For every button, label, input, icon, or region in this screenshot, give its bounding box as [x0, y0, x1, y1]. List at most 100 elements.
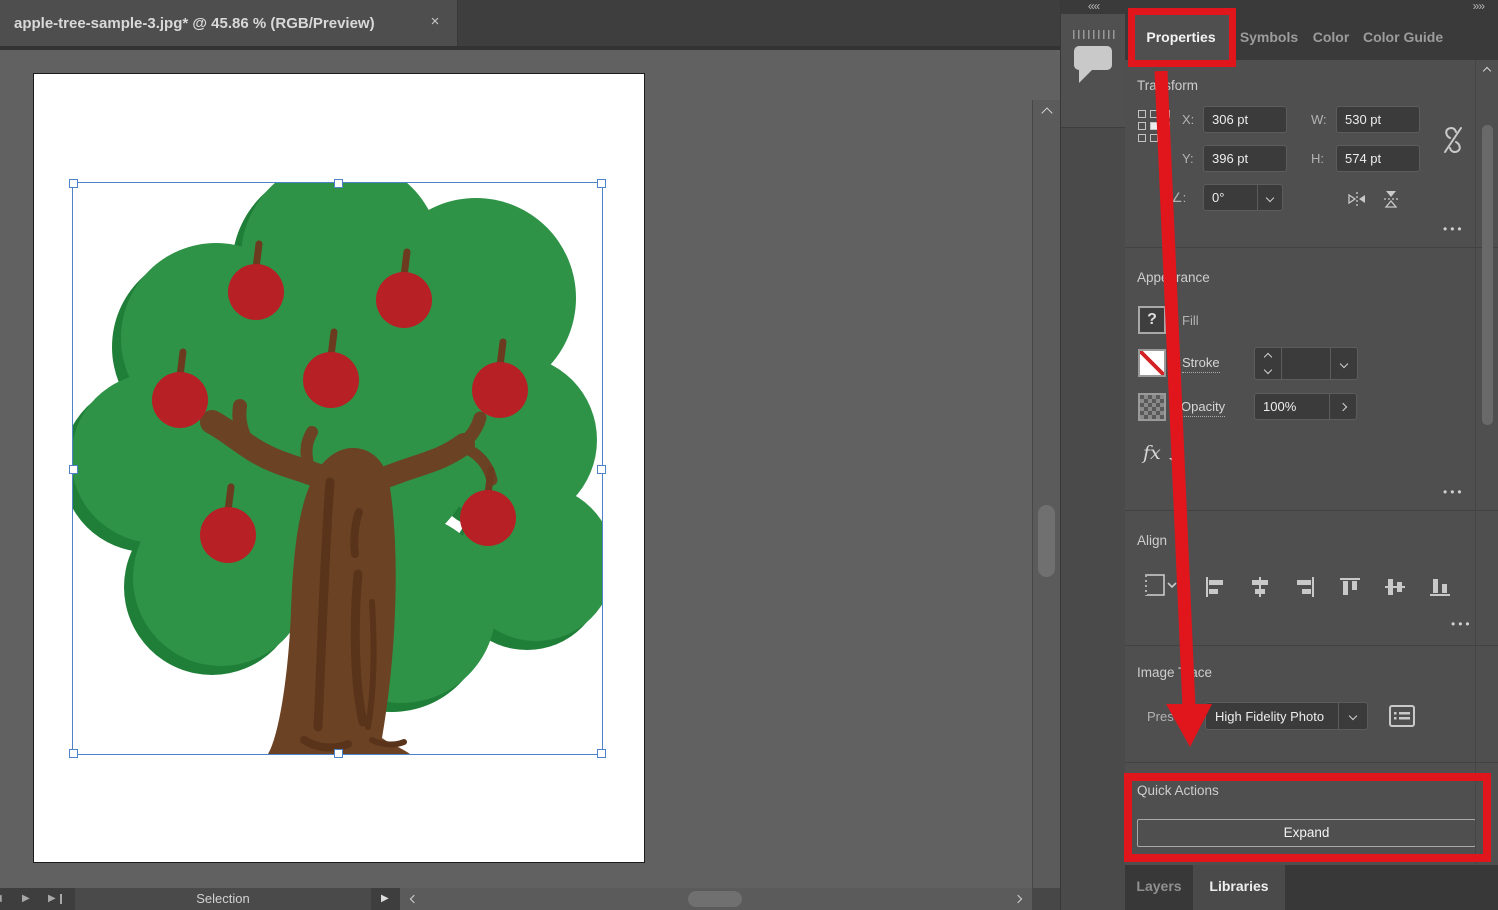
- panel-scroll-thumb[interactable]: [1482, 125, 1493, 425]
- canvas-pasteboard[interactable]: [0, 50, 1060, 888]
- tab-symbols[interactable]: Symbols: [1237, 14, 1301, 60]
- y-label: Y:: [1182, 151, 1194, 166]
- document-tab-title: apple-tree-sample-3.jpg* @ 45.86 % (RGB/…: [0, 15, 375, 32]
- align-right-button[interactable]: [1290, 572, 1320, 602]
- selection-handle[interactable]: [597, 465, 606, 474]
- collapsed-panel-dock: ««: [1060, 0, 1125, 910]
- vertical-scroll-thumb[interactable]: [1038, 505, 1055, 577]
- selection-handle[interactable]: [597, 749, 606, 758]
- dock-collapse-icon[interactable]: ««: [1061, 0, 1126, 14]
- last-artboard-bar: [60, 894, 62, 904]
- rotate-combo[interactable]: 0°: [1203, 184, 1283, 211]
- align-title: Align: [1137, 533, 1167, 548]
- stroke-swatch[interactable]: [1138, 349, 1166, 377]
- first-artboard-icon[interactable]: ◀: [0, 888, 2, 910]
- scroll-right-icon[interactable]: [1014, 895, 1022, 903]
- preset-label: Preset: [1147, 709, 1185, 724]
- appearance-title: Appearance: [1137, 270, 1210, 285]
- section-divider: [1125, 510, 1498, 511]
- tab-libraries[interactable]: Libraries: [1193, 865, 1285, 910]
- image-trace-title: Image Trace: [1137, 665, 1212, 680]
- selection-handle[interactable]: [334, 749, 343, 758]
- flip-vertical-icon[interactable]: [1383, 189, 1399, 209]
- expand-button[interactable]: Expand: [1137, 819, 1476, 847]
- w-label: W:: [1311, 112, 1327, 127]
- panel-header: »»: [1125, 0, 1498, 14]
- horizontal-scroll-thumb[interactable]: [688, 891, 742, 907]
- selection-handle[interactable]: [69, 179, 78, 188]
- comment-icon[interactable]: [1074, 46, 1112, 70]
- close-icon[interactable]: ×: [425, 12, 445, 32]
- fx-dropdown-icon: [1169, 458, 1175, 464]
- panel-grip[interactable]: [1073, 30, 1115, 39]
- section-divider: [1125, 762, 1498, 763]
- align-more-button[interactable]: •••: [1451, 617, 1473, 631]
- reference-point-widget[interactable]: [1138, 110, 1170, 142]
- align-vertical-center-button[interactable]: [1380, 572, 1410, 602]
- align-to-dropdown[interactable]: [1140, 570, 1180, 600]
- flip-horizontal-icon[interactable]: [1347, 191, 1367, 207]
- preset-dropdown[interactable]: High Fidelity Photo: [1205, 702, 1368, 730]
- next-artboard-icon[interactable]: ▶: [22, 888, 30, 910]
- last-artboard-icon[interactable]: ▶: [48, 888, 56, 910]
- rotate-value: 0°: [1204, 190, 1257, 205]
- selection-handle[interactable]: [69, 465, 78, 474]
- chevron-down-icon[interactable]: [1257, 185, 1282, 210]
- scroll-up-icon[interactable]: [1041, 107, 1052, 118]
- panel-tab-bar: Properties Symbols Color Color Guide: [1125, 14, 1498, 60]
- opacity-swatch[interactable]: [1138, 393, 1166, 421]
- w-field[interactable]: 530 pt: [1336, 106, 1420, 133]
- tab-color[interactable]: Color: [1305, 14, 1357, 60]
- tab-layers[interactable]: Layers: [1125, 865, 1193, 910]
- panel-scroll-up-icon[interactable]: [1483, 67, 1491, 75]
- tab-color-guide[interactable]: Color Guide: [1363, 14, 1443, 60]
- align-bottom-button[interactable]: [1425, 572, 1455, 602]
- tool-status: Selection: [75, 888, 371, 910]
- document-tab[interactable]: apple-tree-sample-3.jpg* @ 45.86 % (RGB/…: [0, 0, 458, 46]
- selection-handle[interactable]: [69, 749, 78, 758]
- section-divider: [1125, 247, 1498, 248]
- scroll-left-icon[interactable]: [410, 895, 418, 903]
- horizontal-scrollbar[interactable]: [400, 888, 1032, 910]
- link-dimensions-icon[interactable]: [1441, 126, 1465, 154]
- dock-panel-slot: [1061, 14, 1126, 128]
- stroke-weight-field[interactable]: [1281, 347, 1331, 380]
- y-field[interactable]: 396 pt: [1203, 145, 1287, 172]
- panel-scrollbar[interactable]: [1475, 60, 1498, 865]
- appearance-more-button[interactable]: •••: [1443, 485, 1465, 499]
- fill-label: Fill: [1182, 313, 1199, 328]
- stroke-weight-stepper[interactable]: [1254, 347, 1282, 380]
- stroke-label[interactable]: Stroke: [1182, 355, 1220, 373]
- bottom-panel-tab-bar: Layers Libraries: [1125, 865, 1498, 910]
- stroke-weight-dropdown[interactable]: [1330, 347, 1358, 380]
- selection-handle[interactable]: [597, 179, 606, 188]
- vertical-scrollbar[interactable]: [1032, 100, 1060, 888]
- tab-properties[interactable]: Properties: [1128, 14, 1234, 60]
- selection-handle[interactable]: [334, 179, 343, 188]
- h-label: H:: [1311, 151, 1324, 166]
- fx-button[interactable]: fx: [1143, 442, 1161, 464]
- section-divider: [1125, 645, 1498, 646]
- opacity-field[interactable]: 100%: [1254, 393, 1330, 420]
- document-tab-bar: apple-tree-sample-3.jpg* @ 45.86 % (RGB/…: [0, 0, 1060, 46]
- properties-panel: »» Properties Symbols Color Color Guide …: [1125, 0, 1498, 910]
- fill-swatch[interactable]: ?: [1138, 306, 1166, 334]
- preset-value: High Fidelity Photo: [1206, 709, 1338, 724]
- align-horizontal-center-button[interactable]: [1245, 572, 1275, 602]
- status-expand-icon[interactable]: ▶: [381, 888, 389, 910]
- image-trace-panel-icon[interactable]: [1388, 704, 1416, 728]
- x-field[interactable]: 306 pt: [1203, 106, 1287, 133]
- align-top-button[interactable]: [1335, 572, 1365, 602]
- transform-title: Transform: [1137, 78, 1198, 93]
- transform-more-button[interactable]: •••: [1443, 222, 1465, 236]
- selection-box[interactable]: [72, 182, 603, 755]
- h-field[interactable]: 574 pt: [1336, 145, 1420, 172]
- panel-expand-icon[interactable]: »»: [1473, 0, 1484, 13]
- rotate-angle-icon: ∠:: [1171, 190, 1186, 206]
- chevron-down-icon[interactable]: [1338, 703, 1367, 729]
- opacity-options-button[interactable]: [1329, 393, 1357, 420]
- status-bar: ◀ ▶ ▶ Selection ▶: [0, 888, 1060, 910]
- x-label: X:: [1182, 112, 1194, 127]
- align-left-button[interactable]: [1200, 572, 1230, 602]
- opacity-label[interactable]: Opacity: [1181, 399, 1225, 417]
